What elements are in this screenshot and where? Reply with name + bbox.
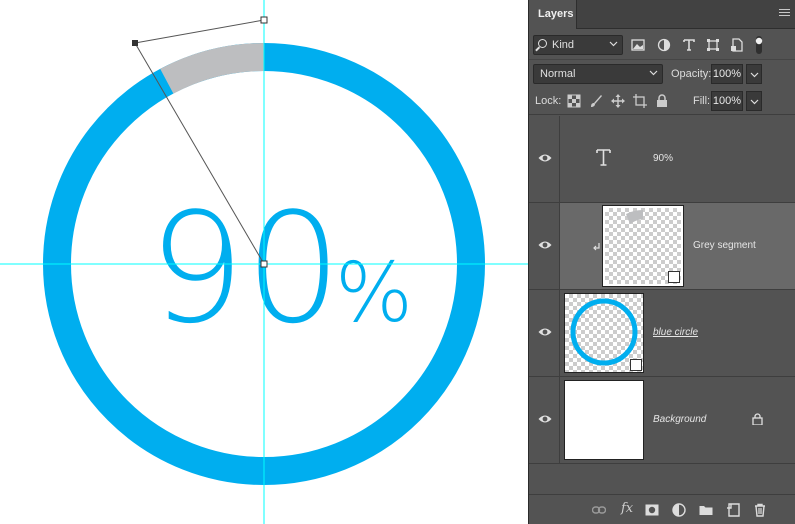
anchor-point-top[interactable] [260, 16, 268, 24]
layer-row-background[interactable]: Background [529, 377, 795, 464]
blend-row: Normal Opacity: 100% [529, 61, 795, 88]
new-group-folder-icon[interactable] [699, 503, 713, 517]
smart-object-filter-icon[interactable] [730, 38, 744, 52]
clipping-mask-arrow-icon [593, 243, 600, 251]
tab-layers[interactable]: Layers [529, 0, 577, 29]
opacity-dropdown-button[interactable] [746, 64, 762, 84]
filter-kind-label: Kind [552, 39, 575, 51]
lock-artboard-icon[interactable] [633, 94, 647, 108]
layer-row-text[interactable]: 90% [529, 116, 795, 203]
layers-panel: Layers Kind Normal Opacity: 100% Lock: F… [528, 0, 795, 524]
link-layers-icon[interactable] [592, 503, 606, 517]
percent-number-text: 90 [148, 180, 341, 357]
eye-icon [538, 415, 552, 423]
blend-mode-value: Normal [540, 68, 576, 80]
lock-image-pixels-icon[interactable] [589, 94, 603, 108]
lock-row: Lock: Fill: 100% [529, 88, 795, 115]
panel-menu-icon[interactable] [779, 9, 790, 18]
canvas-artwork: 90 % [0, 0, 528, 524]
smart-object-badge-icon [668, 271, 680, 283]
panel-tab-bar: Layers [529, 0, 795, 29]
fill-dropdown-button[interactable] [746, 91, 762, 111]
add-layer-mask-icon[interactable] [645, 503, 659, 517]
layer-name: blue circle [653, 327, 699, 338]
filter-kind-select[interactable]: Kind [533, 35, 623, 55]
layers-list: 90% Grey segment blue circle Background [529, 116, 795, 464]
eye-icon [538, 328, 552, 336]
blend-mode-select[interactable]: Normal [533, 64, 663, 84]
filter-toggle-icon[interactable] [753, 36, 765, 54]
transform-line-top [134, 19, 265, 44]
type-layer-icon [596, 149, 611, 166]
new-adjustment-layer-icon[interactable] [672, 503, 686, 517]
chevron-down-icon [750, 72, 759, 78]
visibility-toggle[interactable] [529, 203, 560, 289]
lock-position-icon[interactable] [611, 94, 625, 108]
layer-thumbnail [564, 380, 644, 460]
percent-sign-text: % [335, 246, 413, 341]
anchor-point-filled[interactable] [132, 40, 138, 46]
visibility-toggle[interactable] [529, 377, 560, 463]
layer-name: 90% [653, 153, 674, 164]
chevron-down-icon [609, 41, 618, 47]
lock-icon [752, 413, 763, 425]
delete-layer-trash-icon[interactable] [753, 503, 767, 517]
visibility-toggle[interactable] [529, 290, 560, 376]
chevron-down-icon [649, 70, 658, 76]
adjustment-layer-filter-icon[interactable] [657, 38, 671, 52]
eye-icon [538, 241, 552, 249]
layer-name: Grey segment [693, 240, 756, 251]
lock-label: Lock: [535, 95, 562, 107]
grey-segment-arc [160, 43, 264, 94]
layer-thumbnail [564, 293, 644, 373]
layer-row-blue-circle[interactable]: blue circle [529, 290, 795, 377]
add-layer-style-icon[interactable]: fx [621, 501, 633, 516]
eye-icon [538, 154, 552, 162]
pixel-layer-filter-icon[interactable] [631, 38, 645, 52]
layer-name: Background [653, 414, 707, 425]
chevron-down-icon [750, 99, 759, 105]
layer-row-grey-segment[interactable]: Grey segment [529, 203, 795, 290]
fill-input[interactable]: 100% [711, 91, 743, 111]
visibility-toggle[interactable] [529, 116, 560, 202]
shape-layer-filter-icon[interactable] [706, 38, 720, 52]
search-icon [538, 39, 547, 48]
lock-transparent-pixels-icon[interactable] [567, 94, 581, 108]
smart-object-badge-icon [630, 359, 642, 371]
lock-all-icon[interactable] [655, 94, 669, 108]
type-layer-filter-icon[interactable] [682, 38, 696, 52]
layers-bottom-bar: fx [529, 494, 795, 524]
opacity-input[interactable]: 100% [711, 64, 743, 84]
new-layer-icon[interactable] [726, 503, 740, 517]
layer-filter-row: Kind [529, 30, 795, 60]
anchor-point-center[interactable] [260, 260, 268, 268]
fill-label: Fill: [693, 95, 711, 107]
layer-thumbnail [602, 205, 684, 287]
opacity-label: Opacity: [671, 68, 712, 80]
document-canvas[interactable]: 90 % [0, 0, 528, 524]
